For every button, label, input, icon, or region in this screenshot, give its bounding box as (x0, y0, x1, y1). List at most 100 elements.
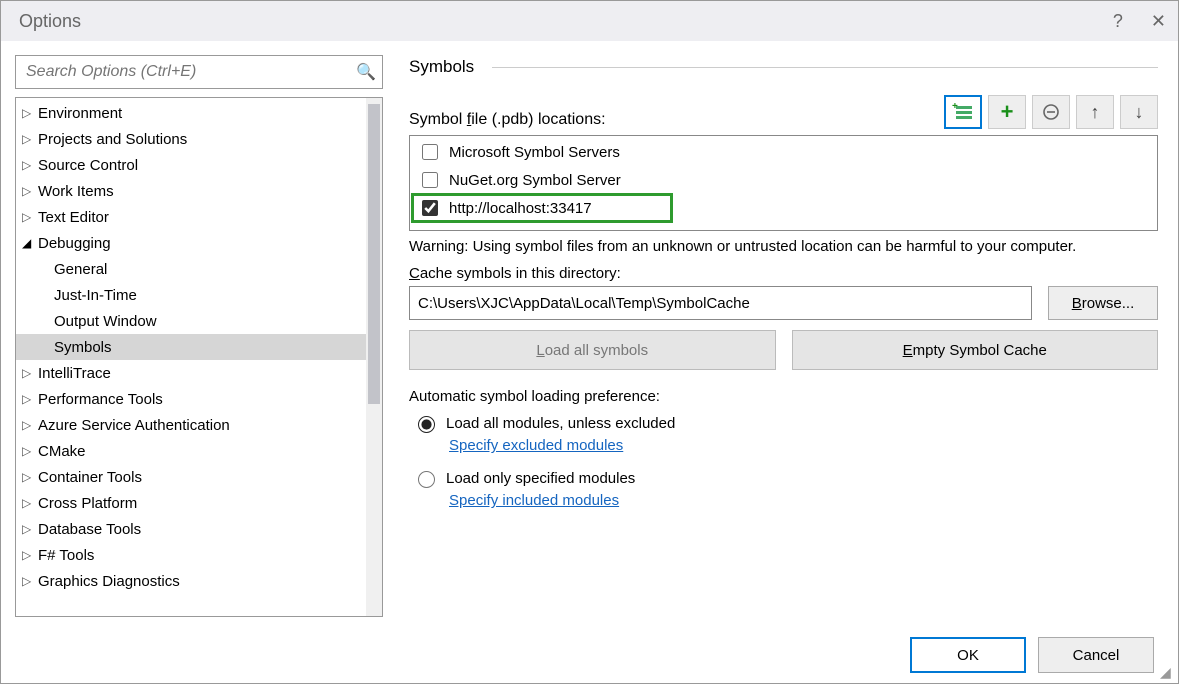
tree-item-debugging[interactable]: ◢Debugging (16, 230, 366, 256)
tree-item-cmake[interactable]: ▷CMake (16, 438, 366, 464)
right-pane: Symbols Symbol file (.pdb) locations: + … (393, 41, 1178, 627)
tree-item-f-tools[interactable]: ▷F# Tools (16, 542, 366, 568)
chevron-right-icon[interactable]: ▷ (22, 496, 36, 510)
window-buttons: ? ✕ (1113, 11, 1166, 32)
chevron-right-icon[interactable]: ▷ (22, 366, 36, 380)
auto-loading-group: Load all modules, unless excluded Specif… (409, 413, 1158, 523)
tree-item-label: F# Tools (38, 547, 94, 564)
location-label: Microsoft Symbol Servers (449, 144, 620, 161)
titlebar: Options ? ✕ (1, 1, 1178, 41)
location-label: http://localhost:33417 (449, 200, 592, 217)
tree-item-label: Container Tools (38, 469, 142, 486)
chevron-right-icon[interactable]: ▷ (22, 418, 36, 432)
tree-item-output-window[interactable]: Output Window (16, 308, 366, 334)
move-up-button[interactable]: ↑ (1076, 95, 1114, 129)
radio-load-all-input[interactable] (418, 416, 435, 433)
location-label: NuGet.org Symbol Server (449, 172, 621, 189)
radio-load-all[interactable]: Load all modules, unless excluded (413, 413, 1158, 433)
tree-item-database-tools[interactable]: ▷Database Tools (16, 516, 366, 542)
tree-item-label: CMake (38, 443, 86, 460)
warning-text: Warning: Using symbol files from an unkn… (409, 237, 1158, 257)
browse-button[interactable]: Browse... (1048, 286, 1158, 320)
location-row[interactable]: Microsoft Symbol Servers (412, 138, 1155, 166)
tree-item-symbols[interactable]: Symbols (16, 334, 366, 360)
specify-excluded-link-row: Specify excluded modules (449, 437, 1158, 454)
tree-item-graphics-diagnostics[interactable]: ▷Graphics Diagnostics (16, 568, 366, 594)
locations-row: Symbol file (.pdb) locations: + + ↑ ↓ (409, 95, 1158, 129)
tree-item-label: Just-In-Time (54, 287, 137, 304)
resize-grip-icon[interactable]: ◢ (1160, 665, 1174, 679)
tree-item-environment[interactable]: ▷Environment (16, 100, 366, 126)
tree-item-text-editor[interactable]: ▷Text Editor (16, 204, 366, 230)
chevron-right-icon[interactable]: ▷ (22, 444, 36, 458)
chevron-down-icon[interactable]: ◢ (22, 236, 36, 250)
tree-item-label: Debugging (38, 235, 111, 252)
tree-item-label: Azure Service Authentication (38, 417, 230, 434)
chevron-right-icon[interactable]: ▷ (22, 184, 36, 198)
tree-item-label: Projects and Solutions (38, 131, 187, 148)
chevron-right-icon[interactable]: ▷ (22, 132, 36, 146)
specify-included-link[interactable]: Specify included modules (449, 492, 619, 509)
heading-rule (492, 67, 1158, 68)
tree-item-label: Performance Tools (38, 391, 163, 408)
options-tree: ▷Environment▷Projects and Solutions▷Sour… (15, 97, 383, 617)
tree-item-label: Cross Platform (38, 495, 137, 512)
location-checkbox[interactable] (422, 200, 438, 216)
chevron-right-icon[interactable]: ▷ (22, 522, 36, 536)
radio-load-only-label: Load only specified modules (446, 470, 635, 487)
search-input[interactable] (24, 62, 356, 82)
ok-button[interactable]: OK (910, 637, 1026, 673)
tree-item-label: IntelliTrace (38, 365, 111, 382)
radio-load-only[interactable]: Load only specified modules (413, 468, 1158, 488)
chevron-right-icon[interactable]: ▷ (22, 470, 36, 484)
help-icon[interactable]: ? (1113, 11, 1123, 32)
cache-directory-input[interactable] (409, 286, 1032, 320)
tree-item-label: Text Editor (38, 209, 109, 226)
auto-loading-label: Automatic symbol loading preference: (409, 388, 1158, 405)
tree-item-intellitrace[interactable]: ▷IntelliTrace (16, 360, 366, 386)
dialog-footer: OK Cancel (1, 627, 1178, 683)
add-button[interactable]: + (988, 95, 1026, 129)
cache-row: Browse... (409, 286, 1158, 320)
page-heading-row: Symbols (409, 57, 1158, 77)
tree-item-just-in-time[interactable]: Just-In-Time (16, 282, 366, 308)
load-all-symbols-button[interactable]: Load all symbols (409, 330, 776, 370)
tree-item-azure-service-authentication[interactable]: ▷Azure Service Authentication (16, 412, 366, 438)
chevron-right-icon[interactable]: ▷ (22, 158, 36, 172)
tree-item-work-items[interactable]: ▷Work Items (16, 178, 366, 204)
locations-toolbar: + + ↑ ↓ (944, 95, 1158, 129)
chevron-right-icon[interactable]: ▷ (22, 106, 36, 120)
left-pane: 🔍 ▷Environment▷Projects and Solutions▷So… (1, 41, 393, 627)
location-row[interactable]: NuGet.org Symbol Server (412, 166, 1155, 194)
chevron-right-icon[interactable]: ▷ (22, 574, 36, 588)
location-checkbox[interactable] (422, 144, 438, 160)
tree-item-label: Output Window (54, 313, 157, 330)
tree-item-label: Symbols (54, 339, 112, 356)
new-location-button[interactable]: + (944, 95, 982, 129)
chevron-right-icon[interactable]: ▷ (22, 392, 36, 406)
remove-button[interactable] (1032, 95, 1070, 129)
specify-excluded-link[interactable]: Specify excluded modules (449, 437, 623, 454)
move-down-button[interactable]: ↓ (1120, 95, 1158, 129)
tree-scrollbar[interactable] (366, 98, 382, 616)
location-row[interactable]: http://localhost:33417 (412, 194, 672, 222)
chevron-right-icon[interactable]: ▷ (22, 210, 36, 224)
cancel-button[interactable]: Cancel (1038, 637, 1154, 673)
search-icon[interactable]: 🔍 (356, 62, 376, 82)
specify-included-link-row: Specify included modules (449, 492, 1158, 509)
empty-symbol-cache-button[interactable]: Empty Symbol Cache (792, 330, 1159, 370)
close-icon[interactable]: ✕ (1151, 11, 1166, 32)
tree-item-container-tools[interactable]: ▷Container Tools (16, 464, 366, 490)
radio-load-only-input[interactable] (418, 471, 435, 488)
tree-item-cross-platform[interactable]: ▷Cross Platform (16, 490, 366, 516)
symbol-action-buttons: Load all symbols Empty Symbol Cache (409, 330, 1158, 370)
tree-item-general[interactable]: General (16, 256, 366, 282)
tree-item-source-control[interactable]: ▷Source Control (16, 152, 366, 178)
location-checkbox[interactable] (422, 172, 438, 188)
tree-item-label: General (54, 261, 107, 278)
chevron-right-icon[interactable]: ▷ (22, 548, 36, 562)
locations-list: Microsoft Symbol Servers NuGet.org Symbol… (409, 135, 1158, 231)
tree-item-projects-and-solutions[interactable]: ▷Projects and Solutions (16, 126, 366, 152)
search-box[interactable]: 🔍 (15, 55, 383, 89)
tree-item-performance-tools[interactable]: ▷Performance Tools (16, 386, 366, 412)
